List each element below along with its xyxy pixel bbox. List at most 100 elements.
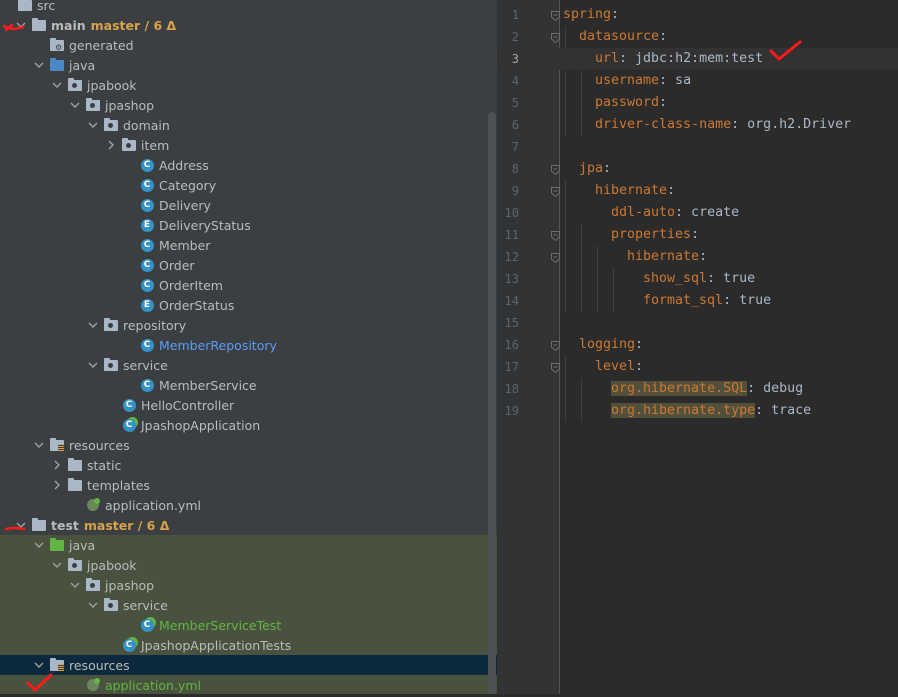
chevron-down-icon[interactable] [86, 115, 100, 135]
chevron-down-icon[interactable] [86, 315, 100, 335]
tree-item-repository[interactable]: repository [0, 315, 497, 335]
tree-item-jpashopapplication[interactable]: C JpashopApplication [0, 415, 497, 435]
tree-item-hellocontroller[interactable]: C HelloController [0, 395, 497, 415]
tree-item-application-yml[interactable]: application.yml [0, 495, 497, 515]
yaml-key: ddl-auto [611, 205, 676, 220]
package-icon [103, 317, 119, 333]
tree-item-application-yml[interactable]: application.yml [0, 675, 497, 694]
code-line[interactable]: 2 datasource: [497, 26, 898, 48]
code-line[interactable]: 6 driver-class-name: org.h2.Driver [497, 114, 898, 136]
tree-item-service[interactable]: service [0, 595, 497, 615]
code-line[interactable]: 9 hibernate: [497, 180, 898, 202]
code-line[interactable]: 17 level: [497, 356, 898, 378]
fold-toggle-icon[interactable] [551, 362, 560, 374]
fold-toggle-icon[interactable] [551, 230, 560, 242]
code-line[interactable]: 5 password: [497, 92, 898, 114]
yaml-value: : [603, 161, 612, 176]
chevron-down-icon[interactable] [32, 435, 46, 455]
code-line[interactable]: 14 format_sql: true [497, 290, 898, 312]
tree-item-order[interactable]: C Order [0, 255, 497, 275]
code-line[interactable]: 15 [497, 312, 898, 334]
fold-toggle-icon[interactable] [551, 252, 560, 264]
chevron-down-icon[interactable] [14, 15, 28, 35]
tree-item-static[interactable]: static [0, 455, 497, 475]
tree-item-resources[interactable]: resources [0, 655, 497, 675]
fold-toggle-icon[interactable] [551, 186, 560, 198]
folder-icon [67, 477, 83, 493]
tree-item-deliverystatus[interactable]: E DeliveryStatus [0, 215, 497, 235]
tree-item-jpashopapplicationtests[interactable]: C JpashopApplicationTests [0, 635, 497, 655]
tree-item-main[interactable]: main master / 6 Δ [0, 15, 497, 35]
chevron-right-icon[interactable] [104, 135, 118, 155]
code-line[interactable]: 1 spring: [497, 4, 898, 26]
tree-item-category[interactable]: C Category [0, 175, 497, 195]
code-line[interactable]: 7 [497, 136, 898, 158]
package-icon [103, 357, 119, 373]
tree-item-address[interactable]: C Address [0, 155, 497, 175]
chevron-right-icon[interactable] [50, 475, 64, 495]
tree-item-jpashop[interactable]: jpashop [0, 95, 497, 115]
yaml-key: properties [611, 227, 692, 242]
tree-item-java[interactable]: java [0, 55, 497, 75]
chevron-down-icon[interactable] [32, 55, 46, 75]
tree-item-orderstatus[interactable]: E OrderStatus [0, 295, 497, 315]
yaml-key: logging [579, 337, 636, 352]
code-line[interactable]: 11 properties: [497, 224, 898, 246]
code-line[interactable]: 13 show_sql: true [497, 268, 898, 290]
tree-item-service[interactable]: service [0, 355, 497, 375]
chevron-right-icon[interactable] [50, 455, 64, 475]
tree-item-jpabook[interactable]: jpabook [0, 555, 497, 575]
tree-item-item[interactable]: item [0, 135, 497, 155]
package-icon [67, 77, 83, 93]
tree-item-src[interactable]: src [0, 0, 488, 15]
code-line[interactable]: 19 org.hibernate.type: trace [497, 400, 898, 422]
tree-scrollbar[interactable] [488, 112, 496, 694]
code-line[interactable]: 8 jpa: [497, 158, 898, 180]
tree-item-jpabook[interactable]: jpabook [0, 75, 497, 95]
fold-toggle-icon[interactable] [551, 340, 560, 352]
tree-item-domain[interactable]: domain [0, 115, 497, 135]
line-number: 14 [504, 294, 519, 308]
code-line[interactable]: 10 ddl-auto: create [497, 202, 898, 224]
code-line[interactable]: 18 org.hibernate.SQL: debug [497, 378, 898, 400]
chevron-down-icon[interactable] [50, 555, 64, 575]
code-line[interactable]: 16 logging: [497, 334, 898, 356]
chevron-down-icon[interactable] [68, 575, 82, 595]
class-icon: C [139, 337, 155, 353]
tree-item-memberservice[interactable]: C MemberService [0, 375, 497, 395]
code-editor[interactable]: 1 spring: 2 datasource: 3 url: jdbc:h2:mem:te… [497, 0, 898, 694]
tree-item-java[interactable]: java [0, 535, 497, 555]
tree-item-label: test [51, 517, 79, 533]
chevron-down-icon[interactable] [86, 595, 100, 615]
line-number: 1 [511, 8, 519, 22]
yaml-key: level [595, 359, 636, 374]
tree-item-memberrepository[interactable]: C MemberRepository [0, 335, 497, 355]
tree-item-jpashop[interactable]: jpashop [0, 575, 497, 595]
chevron-down-icon[interactable] [32, 535, 46, 555]
tree-item-orderitem[interactable]: C OrderItem [0, 275, 497, 295]
chevron-down-icon[interactable] [50, 75, 64, 95]
tree-item-test[interactable]: test master / 6 Δ [0, 515, 497, 535]
fold-toggle-icon[interactable] [551, 10, 560, 22]
tree-item-templates[interactable]: templates [0, 475, 497, 495]
tree-item-delivery[interactable]: C Delivery [0, 195, 497, 215]
chevron-down-icon[interactable] [14, 515, 28, 535]
yaml-value: : true [707, 271, 756, 286]
code-line[interactable]: 4 username: sa [497, 70, 898, 92]
yaml-value: : [611, 7, 620, 22]
tree-item-generated[interactable]: ⚙ generated [0, 35, 497, 55]
chevron-down-icon[interactable] [32, 655, 46, 675]
code-line[interactable]: 12 hibernate: [497, 246, 898, 268]
fold-toggle-icon[interactable] [551, 164, 560, 176]
fold-toggle-icon[interactable] [551, 32, 560, 44]
tree-item-memberservicetest[interactable]: C MemberServiceTest [0, 615, 497, 635]
tree-item-member[interactable]: C Member [0, 235, 497, 255]
chevron-down-icon[interactable] [86, 355, 100, 375]
code-line[interactable]: 3 url: jdbc:h2:mem:test [497, 48, 898, 70]
chevron-down-icon[interactable] [68, 95, 82, 115]
tree-item-resources[interactable]: resources [0, 435, 497, 455]
